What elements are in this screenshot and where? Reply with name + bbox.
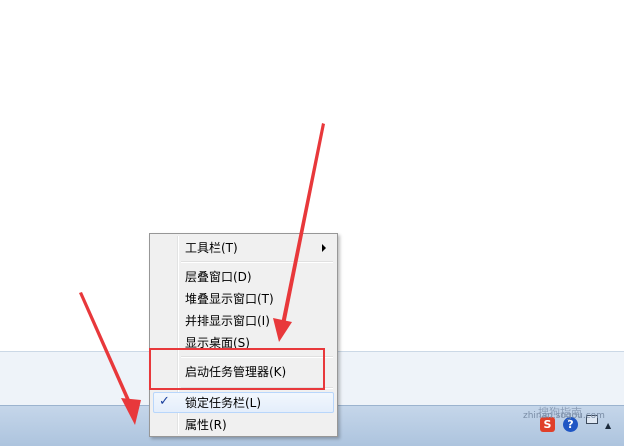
menu-item-side-by-side[interactable]: 并排显示窗口(I)	[153, 310, 334, 331]
menu-item-toolbars[interactable]: 工具栏(T)	[153, 237, 334, 258]
show-hidden-icons-icon[interactable]: ▲	[605, 421, 611, 430]
menu-item-lock-taskbar[interactable]: ✓ 锁定任务栏(L)	[153, 392, 334, 413]
menu-item-cascade-windows[interactable]: 层叠窗口(D)	[153, 266, 334, 287]
menu-item-label: 并排显示窗口(I)	[185, 314, 270, 328]
menu-item-label: 属性(R)	[185, 418, 227, 432]
menu-item-stack-windows[interactable]: 堆叠显示窗口(T)	[153, 288, 334, 309]
menu-item-label: 锁定任务栏(L)	[185, 396, 262, 410]
checkmark-icon: ✓	[159, 394, 170, 409]
submenu-arrow-icon	[322, 244, 326, 252]
menu-separator	[181, 261, 333, 263]
menu-item-label: 层叠窗口(D)	[185, 270, 252, 284]
menu-item-label: 工具栏(T)	[185, 241, 238, 255]
taskbar-context-menu: 工具栏(T) 层叠窗口(D) 堆叠显示窗口(T) 并排显示窗口(I) 显示桌面(…	[149, 233, 338, 437]
menu-item-properties[interactable]: 属性(R)	[153, 414, 334, 435]
watermark-url: zhinan.sogou.com	[523, 411, 605, 421]
highlight-box	[149, 348, 325, 390]
menu-item-label: 堆叠显示窗口(T)	[185, 292, 274, 306]
